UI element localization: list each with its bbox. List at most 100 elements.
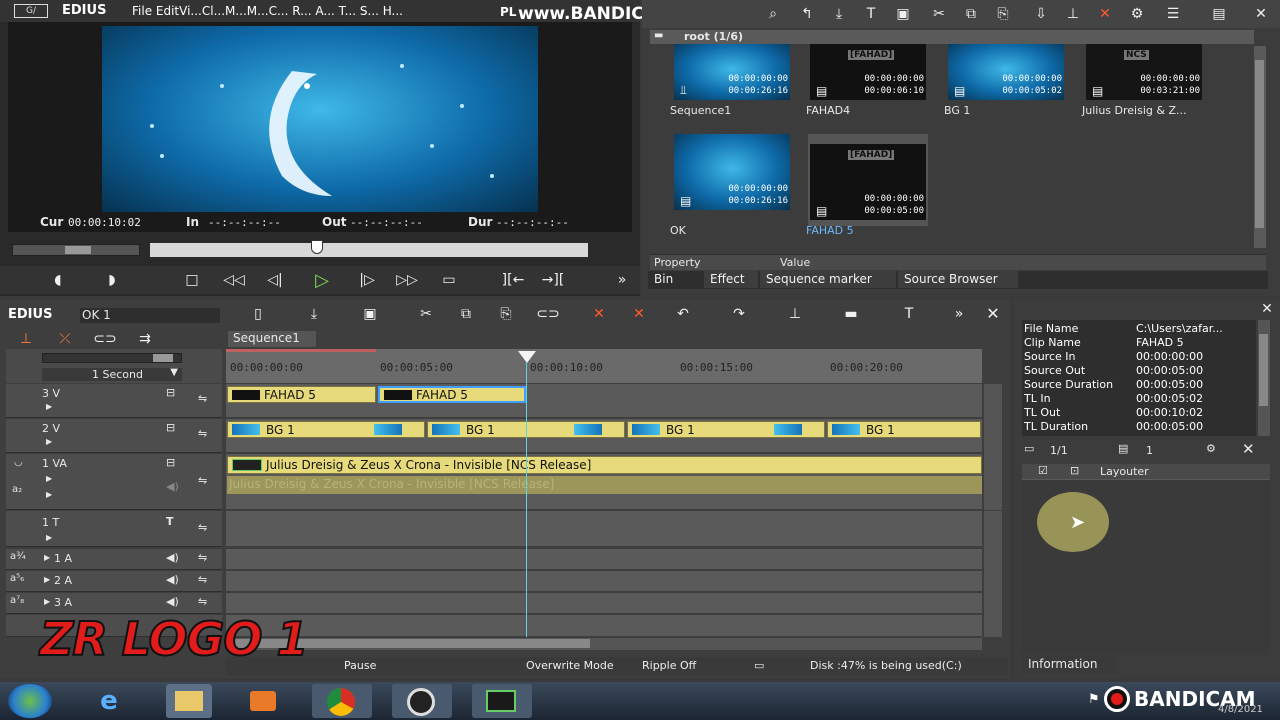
loop-icon[interactable]: ▭: [436, 270, 462, 290]
bin-copy-icon[interactable]: ⧉: [960, 4, 982, 24]
tl-copy-icon[interactable]: ⧉: [456, 304, 476, 324]
tl-group-icon[interactable]: ⇉: [132, 329, 158, 349]
bin-search-icon[interactable]: ⌕: [762, 4, 784, 24]
sequence-tab[interactable]: Sequence1: [228, 331, 316, 347]
tab-bin[interactable]: Bin: [648, 271, 702, 288]
next-edit-icon[interactable]: →][: [538, 270, 568, 290]
expand-icon[interactable]: ▶: [46, 533, 52, 542]
tl-title-icon[interactable]: T: [898, 304, 920, 324]
track-header-2v[interactable]: 2 V ⊟ ▶ ⇋: [6, 419, 222, 453]
tl-ripple-delete-icon[interactable]: ✕: [628, 304, 650, 324]
track-sync-icon[interactable]: ⇋: [198, 551, 207, 564]
bin-folder-icon[interactable]: ▤: [1208, 4, 1230, 24]
bin-clip[interactable]: 00:00:00:00 00:00:26:16 ⫫ Sequence1: [670, 44, 792, 136]
lane-1t[interactable]: [226, 511, 982, 547]
track-sync-icon[interactable]: ⇋: [198, 427, 207, 440]
zoom-slider[interactable]: [42, 353, 182, 363]
expand-icon[interactable]: ▶: [44, 597, 50, 606]
audio-lock-icon[interactable]: a⁷₈: [10, 595, 24, 606]
track-sync-icon[interactable]: ⇋: [198, 573, 207, 586]
prev-edit-icon[interactable]: ][←: [498, 270, 528, 290]
filter-item[interactable]: ☑ ⊡ Layouter: [1022, 464, 1270, 480]
speaker-icon[interactable]: ◀): [166, 595, 179, 608]
bin-import-icon[interactable]: ⤓: [828, 4, 850, 24]
monitor-icon[interactable]: ▭: [754, 657, 764, 675]
tray-flag-icon[interactable]: ⚑: [1088, 692, 1100, 707]
bin-color-icon[interactable]: ▣: [892, 4, 914, 24]
step-forward-icon[interactable]: |▷: [354, 270, 380, 290]
vscroll-video[interactable]: [984, 384, 1002, 510]
bin-properties-icon[interactable]: ⚙: [1126, 4, 1148, 24]
tl-save-icon[interactable]: ▣: [360, 304, 380, 324]
lane-3a[interactable]: [226, 593, 982, 614]
bin-clip[interactable]: 00:00:00:00 00:00:26:16 ▤ OK: [670, 134, 792, 237]
bin-up-icon[interactable]: ↰: [796, 4, 818, 24]
set-in-icon[interactable]: ◖: [46, 270, 70, 290]
bin-scrollbar[interactable]: [1254, 46, 1266, 248]
tl-marker-icon[interactable]: ⊥: [784, 304, 806, 324]
track-header-1t[interactable]: 1 T T ▶ ⇋: [6, 511, 222, 547]
bandicam-app-icon[interactable]: [392, 684, 452, 718]
tl-close-icon[interactable]: ✕: [982, 302, 1004, 324]
track-sync-icon[interactable]: ⇋: [198, 595, 207, 608]
explorer-icon[interactable]: [166, 684, 212, 718]
step-back-icon[interactable]: ◁|: [262, 270, 288, 290]
timeline-clip-audio-waveform[interactable]: Julius Dreisig & Zeus X Crona - Invisibl…: [227, 476, 982, 494]
timeline-clip-audio-video[interactable]: Julius Dreisig & Zeus X Crona - Invisibl…: [227, 456, 982, 474]
tl-sync-icon[interactable]: ⊂⊃: [92, 329, 118, 349]
track-sync-icon[interactable]: ⇋: [198, 392, 207, 405]
video-on-icon[interactable]: ◡: [14, 457, 23, 468]
filter-list-icon[interactable]: ▭: [1024, 442, 1034, 455]
bin-clip[interactable]: 00:00:00:00 00:00:05:02 ▤ BG 1: [944, 44, 1066, 136]
status-ripple[interactable]: Ripple Off: [642, 657, 696, 675]
scale-select[interactable]: 1 Second ▼: [42, 367, 182, 381]
bin-title-icon[interactable]: T: [860, 4, 882, 24]
status-mode[interactable]: Overwrite Mode: [526, 657, 614, 675]
filter-settings-icon[interactable]: ⚙: [1206, 442, 1216, 455]
ie-icon[interactable]: e: [90, 686, 128, 716]
bin-close-icon[interactable]: ✕: [1250, 4, 1272, 24]
jog-slider[interactable]: [12, 244, 140, 256]
timeline-clip[interactable]: BG 1: [627, 421, 825, 438]
expand-icon[interactable]: ▶: [46, 490, 52, 499]
track-header-3v[interactable]: 3 V ⊟ ▶ ⇋: [6, 384, 222, 418]
tl-link-icon[interactable]: ⊂⊃: [536, 304, 560, 324]
bin-clip[interactable]: [FAHAD] 00:00:00:00 00:00:06:10 ▤ FAHAD4: [806, 44, 928, 136]
tl-insert-mode-icon[interactable]: ⊥: [14, 329, 38, 349]
audio-lock-icon[interactable]: a¾: [10, 551, 26, 562]
timeline-ruler[interactable]: 00:00:00:00 00:00:05:00 00:00:10:00 00:0…: [226, 349, 982, 383]
bin-paste-icon[interactable]: ⎘: [992, 4, 1014, 24]
checkbox-icon[interactable]: ☑: [1038, 464, 1048, 477]
track-toggle-icon[interactable]: ⊟: [166, 456, 175, 469]
timeline-clip[interactable]: BG 1: [827, 421, 981, 438]
audio-lock-icon[interactable]: a₂: [12, 484, 22, 495]
bin-view-icon[interactable]: ☰: [1162, 4, 1184, 24]
bin-insert-icon[interactable]: ⇩: [1030, 4, 1052, 24]
playhead-marker-icon[interactable]: [311, 240, 323, 254]
expand-icon[interactable]: ▶: [46, 437, 52, 446]
more-icon[interactable]: »: [612, 270, 632, 290]
folder-expand-icon[interactable]: ▬: [654, 30, 663, 41]
playhead-icon[interactable]: [518, 351, 536, 363]
audio-lock-icon[interactable]: a⁵₆: [10, 573, 24, 584]
timeline-clip-selected[interactable]: FAHAD 5: [378, 386, 526, 403]
fast-forward-icon[interactable]: ▷▷: [392, 270, 422, 290]
tab-effect[interactable]: Effect: [704, 271, 758, 288]
bin-overwrite-icon[interactable]: ⊥: [1062, 4, 1084, 24]
tl-open-icon[interactable]: ⤓: [304, 304, 324, 324]
edius-app-icon[interactable]: [472, 684, 532, 718]
lane-2a[interactable]: [226, 571, 982, 592]
menu-bar[interactable]: File EditVi...Cl...M...M...C... R... A..…: [132, 4, 403, 18]
timeline-clip[interactable]: FAHAD 5: [227, 386, 376, 403]
bin-clip[interactable]: [FAHAD] 00:00:00:00 00:00:05:00 ▤ FAHAD 5: [806, 134, 928, 237]
set-out-icon[interactable]: ◗: [100, 270, 124, 290]
position-bar[interactable]: [150, 243, 588, 257]
track-sync-icon[interactable]: ⇋: [198, 521, 207, 534]
expand-icon[interactable]: ▶: [44, 575, 50, 584]
tl-redo-icon[interactable]: ↷: [728, 304, 750, 324]
bin-cut-icon[interactable]: ✂: [928, 4, 950, 24]
rewind-icon[interactable]: ◁◁: [220, 270, 248, 290]
speaker-icon[interactable]: ◀): [166, 480, 179, 493]
filter-grid-icon[interactable]: ▤: [1118, 442, 1128, 455]
track-toggle-icon[interactable]: ⊟: [166, 386, 175, 399]
